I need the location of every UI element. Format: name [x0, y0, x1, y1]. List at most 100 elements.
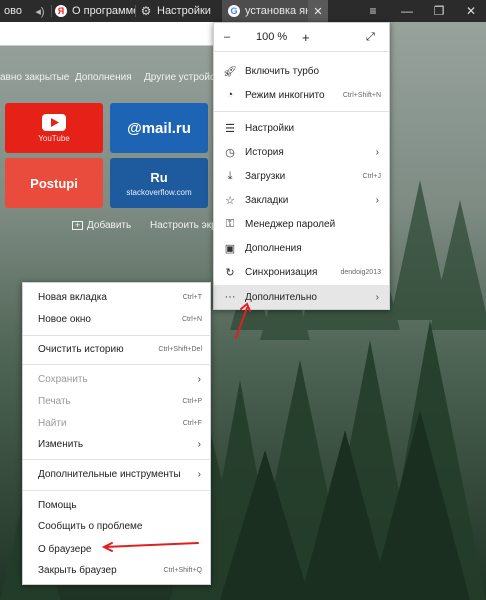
tab-label: О программе	[72, 5, 135, 17]
menu-divider	[23, 335, 210, 336]
menu-item-more[interactable]: ··· Дополнительно ›	[214, 285, 389, 309]
zoom-row: – 100 % + ⤢	[214, 23, 391, 51]
menu-divider	[23, 490, 210, 491]
address-bar[interactable]	[0, 22, 220, 46]
menu-item-label: Дополнения	[245, 242, 302, 254]
browser-main-menu: – 100 % + ⤢ 🚀︎ Включить турбо ◔ Режим ин…	[213, 22, 390, 310]
menu-item-extensions[interactable]: ▣ Дополнения	[214, 236, 389, 260]
submenu-item-label: Найти	[38, 417, 67, 429]
tile-postupi[interactable]: Postupi	[5, 158, 103, 208]
fullscreen-icon[interactable]: ⤢	[366, 31, 375, 44]
menu-item-sync[interactable]: ↻ Синхронизация dendoig2013	[214, 260, 389, 284]
menu-item-shortcut: Ctrl+Shift+N	[342, 91, 381, 99]
submenu-item-label: Очистить историю	[38, 343, 124, 355]
close-icon[interactable]: ✕	[456, 0, 486, 22]
tile-mailru[interactable]: @mail.ru	[110, 103, 208, 153]
submenu-item-quit[interactable]: Закрыть браузер Ctrl+Shift+Q	[23, 560, 210, 580]
menu-item-label: Закладки	[245, 194, 289, 206]
tab-separator	[135, 5, 136, 17]
submenu-item-label: Закрыть браузер	[38, 564, 117, 576]
youtube-icon	[42, 113, 66, 131]
add-tile-button[interactable]: + Добавить	[72, 220, 131, 231]
menu-item-label: Дополнительно	[245, 291, 317, 303]
rocket-icon: 🚀︎	[223, 65, 237, 78]
bookmark-icon: ☆	[225, 194, 235, 207]
submenu-item-label: Новая вкладка	[38, 291, 107, 303]
menu-icon[interactable]: ≡	[358, 0, 388, 22]
tile-youtube[interactable]: YouTube	[5, 103, 103, 153]
tab-label: Настройки	[157, 5, 211, 17]
yandex-icon: Я	[55, 5, 67, 17]
tab-label: ово	[4, 5, 22, 17]
settings-icon: ☰	[225, 122, 235, 135]
menu-item-settings[interactable]: ☰ Настройки	[214, 116, 389, 140]
menu-item-downloads[interactable]: ⤓ Загрузки Ctrl+J	[214, 164, 389, 188]
menu-divider	[23, 459, 210, 460]
submenu-item-new-window[interactable]: Новое окно Ctrl+N	[23, 309, 210, 329]
key-icon: ⚿	[225, 217, 235, 230]
gear-icon: ⚙	[140, 4, 152, 18]
menu-item-history[interactable]: ◷ История ›	[214, 140, 389, 164]
submenu-item-label: Новое окно	[38, 313, 91, 325]
submenu-item-label: Помощь	[38, 499, 77, 511]
menu-divider	[214, 111, 389, 112]
submenu-item-report-problem[interactable]: Сообщить о проблеме	[23, 516, 210, 536]
submenu-item-label: Изменить	[38, 438, 84, 450]
menu-item-label: Синхронизация	[245, 266, 318, 278]
tab-settings[interactable]: ⚙ Настройки	[140, 0, 220, 22]
extensions-icon: ▣	[224, 242, 236, 255]
menu-item-passwords[interactable]: ⚿ Менеджер паролей	[214, 212, 389, 236]
plus-box-icon: +	[72, 221, 83, 230]
submenu-item-print[interactable]: Печать Ctrl+P	[23, 391, 210, 411]
tab-partial[interactable]: ово	[0, 0, 30, 22]
google-icon: G	[228, 5, 240, 17]
submenu-item-shortcut: Ctrl+N	[181, 315, 202, 323]
menu-item-turbo[interactable]: 🚀︎ Включить турбо	[214, 59, 389, 83]
submenu-item-clear-history[interactable]: Очистить историю Ctrl+Shift+Del	[23, 339, 210, 359]
submenu-item-shortcut: Ctrl+P	[182, 397, 202, 405]
more-icon: ···	[224, 291, 236, 303]
chevron-right-icon: ›	[375, 194, 379, 206]
menu-item-bookmarks[interactable]: ☆ Закладки ›	[214, 188, 389, 212]
menu-divider	[23, 364, 210, 365]
menu-item-incognito[interactable]: ◔ Режим инкогнито Ctrl+Shift+N	[214, 83, 389, 107]
submenu-item-new-tab[interactable]: Новая вкладка Ctrl+T	[23, 287, 210, 307]
submenu-item-label: О браузере	[38, 543, 92, 555]
menu-item-label: Включить турбо	[245, 65, 320, 77]
menu-item-label: Настройки	[245, 122, 295, 134]
recently-closed-link[interactable]: авно закрытые	[0, 72, 69, 83]
tab-bar: ово ◂) Я О программе ⚙ Настройки G устан…	[0, 0, 486, 22]
submenu-item-shortcut: Ctrl+F	[182, 419, 202, 427]
other-devices-link[interactable]: Другие устройст	[144, 72, 220, 83]
submenu-item-edit[interactable]: Изменить ›	[23, 434, 210, 454]
menu-divider	[214, 51, 389, 52]
restore-icon[interactable]: ❐	[424, 0, 454, 22]
tile-subtitle: YouTube	[38, 133, 70, 143]
submenu-item-shortcut: Ctrl+T	[182, 293, 202, 301]
more-submenu: Новая вкладка Ctrl+T Новое окно Ctrl+N О…	[22, 282, 211, 585]
tab-about[interactable]: Я О программе	[55, 0, 135, 22]
submenu-item-label: Дополнительные инструменты	[38, 468, 181, 480]
submenu-item-save[interactable]: Сохранить ›	[23, 369, 210, 389]
extensions-link[interactable]: Дополнения	[75, 72, 132, 83]
history-icon: ◷	[225, 146, 235, 159]
minimize-icon[interactable]: —	[392, 0, 422, 22]
tile-title: Postupi	[30, 175, 78, 191]
zoom-out-button[interactable]: –	[224, 31, 230, 43]
submenu-item-find[interactable]: Найти Ctrl+F	[23, 413, 210, 433]
chevron-right-icon: ›	[197, 373, 201, 385]
submenu-item-label: Сохранить	[38, 373, 88, 385]
submenu-item-more-tools[interactable]: Дополнительные инструменты ›	[23, 464, 210, 484]
sync-icon: ↻	[225, 266, 235, 279]
add-tile-label: Добавить	[87, 220, 132, 231]
submenu-item-about[interactable]: О браузере	[23, 539, 210, 559]
zoom-level: 100 %	[256, 31, 288, 43]
submenu-item-shortcut: Ctrl+Shift+Q	[163, 566, 202, 574]
tab-search[interactable]: G установка янд	[222, 0, 308, 22]
tile-stackoverflow[interactable]: Ru stackoverflow.com	[110, 158, 208, 208]
zoom-in-button[interactable]: +	[302, 30, 310, 45]
customize-screen-link[interactable]: Настроить экра	[150, 220, 222, 231]
submenu-item-help[interactable]: Помощь	[23, 495, 210, 515]
speaker-icon[interactable]: ◂)	[30, 0, 50, 22]
tab-close-icon[interactable]: ✕	[308, 0, 328, 22]
